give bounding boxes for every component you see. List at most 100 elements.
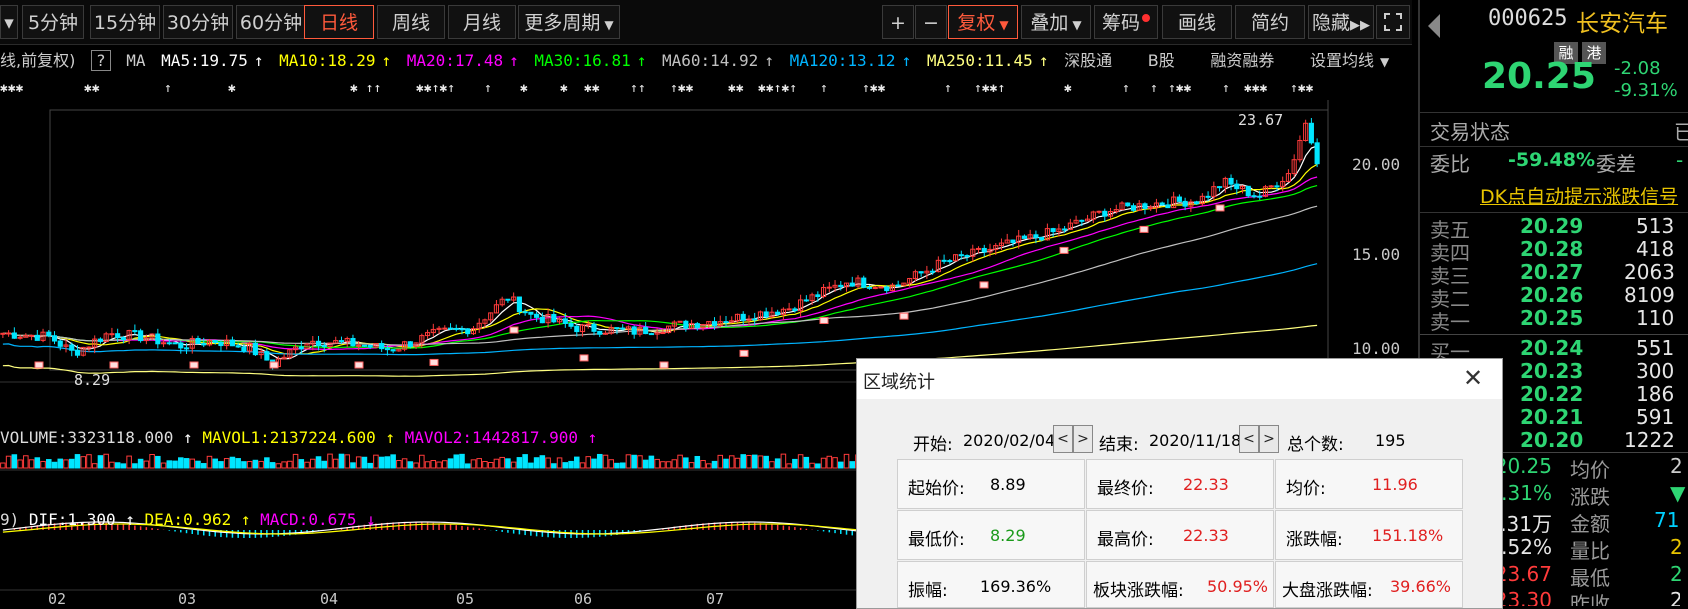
svg-text:✱✱↑✱↑: ✱✱↑✱↑ bbox=[416, 81, 455, 96]
volume-bar bbox=[252, 459, 259, 469]
end-date: 2020/11/18 bbox=[1149, 431, 1242, 450]
volume-bar bbox=[0, 462, 6, 469]
bgu-link[interactable]: B股 bbox=[1148, 51, 1175, 70]
svg-text:✱: ✱ bbox=[228, 81, 236, 96]
svg-text:✱✱: ✱✱ bbox=[84, 81, 100, 96]
volume-bar bbox=[493, 458, 500, 469]
volume-bar bbox=[407, 461, 414, 469]
volume-bar bbox=[178, 457, 184, 469]
month-label: 04 bbox=[320, 590, 338, 605]
zoom-out-button[interactable]: − bbox=[915, 5, 947, 39]
volume-bar bbox=[688, 462, 695, 469]
down-arrow-icon: ↓ bbox=[366, 510, 376, 529]
chip-distribution-button[interactable]: 筹码 bbox=[1094, 5, 1158, 39]
candle-body bbox=[115, 333, 121, 339]
divider bbox=[1420, 112, 1688, 113]
cell-label: 均价: bbox=[1286, 479, 1326, 499]
candle-body bbox=[338, 340, 345, 343]
volume-bar bbox=[648, 455, 655, 469]
period-monthly[interactable]: 月线 bbox=[448, 5, 516, 39]
help-button[interactable]: ? bbox=[90, 50, 111, 71]
simple-mode-button[interactable]: 简约 bbox=[1235, 5, 1305, 39]
ma20-value: MA20:17.48 bbox=[406, 51, 504, 70]
volume-bar bbox=[80, 456, 86, 469]
candle-body bbox=[723, 321, 729, 324]
dk-signal-link[interactable]: DK点自动提示涨跌信号 bbox=[1480, 182, 1678, 209]
candle-body bbox=[505, 298, 511, 301]
candle-body bbox=[74, 349, 81, 356]
candle-body bbox=[930, 270, 936, 273]
high-price-label: 23.67 bbox=[1238, 111, 1283, 129]
volume-bar bbox=[579, 462, 586, 469]
period-15min[interactable]: 15分钟 bbox=[90, 5, 160, 39]
volume-bar bbox=[654, 458, 660, 469]
volume-bar bbox=[447, 458, 454, 469]
end-next-button[interactable]: > bbox=[1259, 425, 1279, 453]
close-icon[interactable]: ✕ bbox=[1460, 365, 1486, 391]
event-marker bbox=[739, 349, 749, 357]
start-next-button[interactable]: > bbox=[1073, 425, 1093, 453]
more-periods-dropdown[interactable]: 更多周期 ▼ bbox=[518, 5, 620, 39]
stat-cell: 板块涨跌幅: 50.95% bbox=[1086, 561, 1274, 608]
bid-volume: 1222 bbox=[1624, 428, 1675, 452]
svg-text:↑✱✱: ↑✱✱ bbox=[1290, 81, 1314, 96]
volume-bar bbox=[275, 463, 282, 469]
bid-price: 20.22 bbox=[1520, 382, 1584, 406]
period-weekly[interactable]: 周线 bbox=[377, 5, 445, 39]
set-ma-dropdown[interactable]: 设置均线 ▼ bbox=[1310, 51, 1395, 70]
hide-panel-button[interactable]: 隐藏▶▶ bbox=[1308, 5, 1374, 39]
candle-body bbox=[97, 338, 104, 342]
dialog-titlebar[interactable]: 区域统计 ✕ bbox=[857, 359, 1502, 399]
candle-body bbox=[516, 296, 522, 313]
volume-bar bbox=[700, 460, 706, 469]
candle-body bbox=[958, 254, 964, 257]
period-daily[interactable]: 日线 bbox=[304, 5, 374, 39]
svg-text:✱✱↑✱↑: ✱✱↑✱↑ bbox=[758, 81, 797, 96]
collapse-left-icon[interactable] bbox=[1426, 12, 1442, 44]
fuquan-dropdown[interactable]: 复权 ▼ bbox=[948, 5, 1018, 39]
candle-body bbox=[775, 311, 781, 315]
svg-text:↑: ↑ bbox=[1122, 81, 1130, 96]
ask-price: 20.27 bbox=[1520, 260, 1584, 284]
ask-volume: 110 bbox=[1636, 306, 1675, 330]
volume-bar bbox=[344, 454, 350, 469]
cell-value: 50.95% bbox=[1207, 577, 1269, 596]
shengutong-link[interactable]: 深股通 bbox=[1064, 51, 1112, 70]
bid-volume: 551 bbox=[1636, 336, 1675, 360]
volume-bar bbox=[172, 460, 178, 469]
volume-bar bbox=[355, 456, 362, 469]
start-prev-button[interactable]: < bbox=[1053, 425, 1073, 453]
candle-body bbox=[981, 247, 987, 253]
candle-body bbox=[1010, 239, 1016, 243]
volume-bar bbox=[436, 461, 442, 469]
stat-label: 昨收 bbox=[1570, 592, 1610, 606]
volume-bar bbox=[57, 458, 64, 469]
zoom-in-button[interactable]: + bbox=[882, 5, 914, 39]
overlay-dropdown[interactable]: 叠加 ▼ bbox=[1021, 5, 1091, 39]
draw-line-button[interactable]: 画线 bbox=[1162, 5, 1232, 39]
candle-body bbox=[648, 333, 654, 336]
candle-body bbox=[660, 332, 666, 335]
candle-body bbox=[379, 343, 385, 350]
end-prev-button[interactable]: < bbox=[1239, 425, 1259, 453]
volume-bar bbox=[625, 454, 632, 469]
chevron-down-icon: ▼ bbox=[999, 18, 1009, 32]
period-30min[interactable]: 30分钟 bbox=[163, 5, 233, 39]
candle-body bbox=[643, 326, 649, 335]
candle-body bbox=[631, 326, 637, 335]
period-60min[interactable]: 60分钟 bbox=[236, 5, 306, 39]
price-tick-15: 15.00 bbox=[1352, 245, 1400, 264]
event-marker bbox=[659, 361, 669, 369]
toolbar-left-caret[interactable]: ▾ bbox=[0, 5, 18, 39]
candle-body bbox=[975, 247, 982, 250]
candle-body bbox=[1062, 228, 1068, 231]
volume-bar bbox=[310, 458, 316, 469]
up-arrow-icon: ↑ bbox=[901, 51, 912, 70]
signal-stars: ✱✱✱ ✱✱ ↑ ✱ ✱ ↑↑ ✱✱↑✱↑ ↑ ✱ ✱ ✱✱ ↑↑ ↑✱✱ ✱✱ ✱✱↑✱↑ ↑ ↑✱✱… bbox=[0, 81, 1314, 96]
fullscreen-button[interactable] bbox=[1376, 5, 1410, 39]
candle-body bbox=[155, 333, 161, 345]
period-5min[interactable]: 5分钟 bbox=[22, 5, 84, 39]
stat-label: 量比 bbox=[1570, 539, 1610, 563]
volume-bar bbox=[734, 457, 741, 469]
margin-trading-link[interactable]: 融资融券 bbox=[1210, 51, 1274, 70]
